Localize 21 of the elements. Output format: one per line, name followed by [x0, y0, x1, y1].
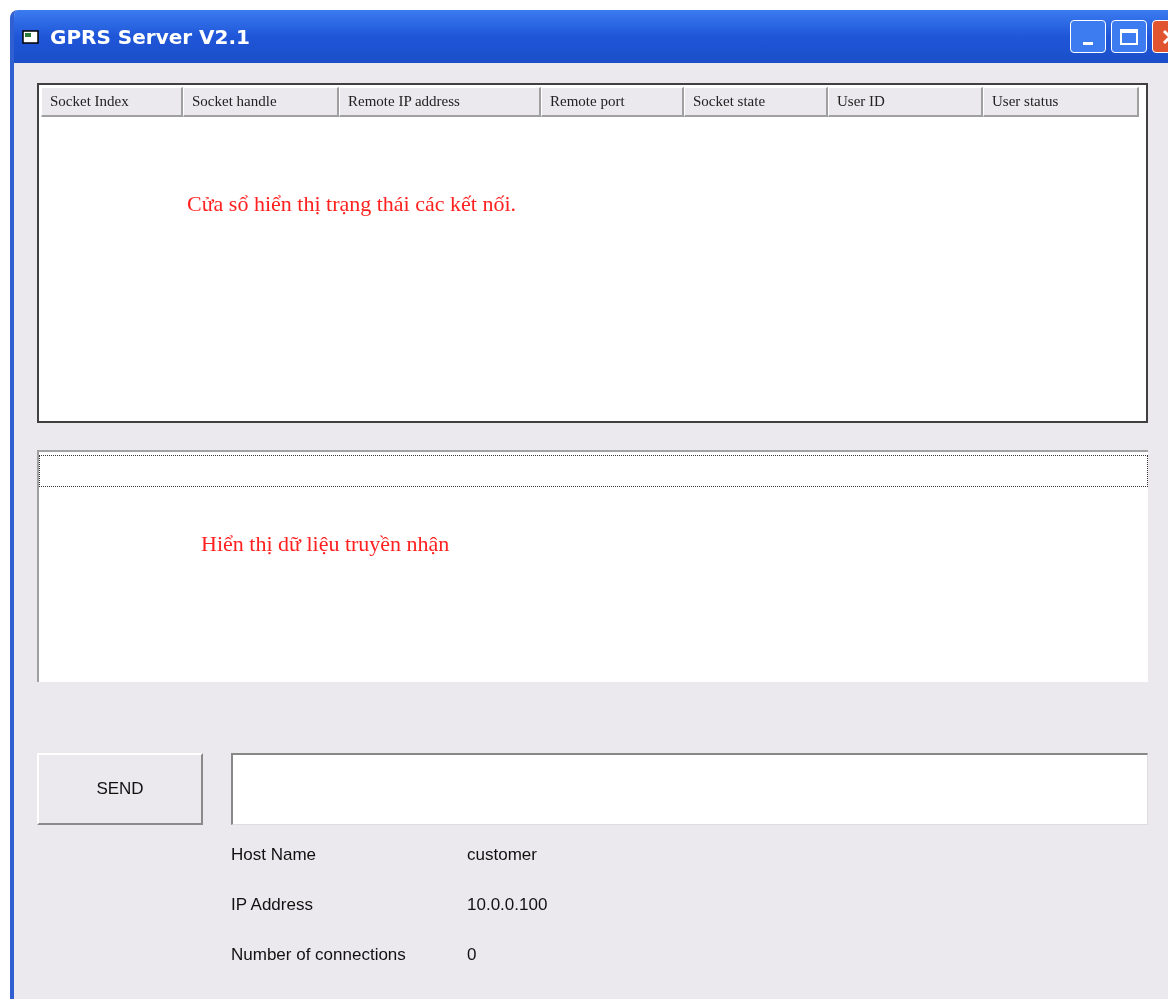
maximize-button[interactable] — [1111, 20, 1147, 53]
annotation-text: Hiển thị dữ liệu truyền nhận — [201, 531, 450, 556]
annotation-text: Cửa sổ hiển thị trạng thái các kết nối. — [187, 191, 516, 216]
column-header[interactable]: User status — [983, 87, 1139, 117]
info-value: customer — [467, 843, 537, 866]
column-header[interactable]: User ID — [828, 87, 983, 117]
minimize-button[interactable] — [1070, 20, 1106, 53]
column-header[interactable]: Remote port — [541, 87, 684, 117]
column-header[interactable]: Remote IP address — [339, 87, 541, 117]
info-value: 10.0.0.100 — [467, 893, 548, 916]
window-title: GPRS Server V2.1 — [50, 23, 251, 51]
info-label: IP Address — [231, 893, 314, 916]
info-value: 0 — [467, 943, 477, 966]
info-label: Host Name — [231, 843, 318, 866]
send-button[interactable]: SEND — [37, 753, 203, 825]
column-header[interactable]: Socket handle — [183, 87, 339, 117]
message-field[interactable] — [231, 753, 1148, 825]
info-label: Number of connections — [231, 943, 407, 966]
app-icon — [22, 28, 40, 45]
column-header[interactable]: Socket state — [684, 87, 828, 117]
column-header[interactable]: Socket Index — [41, 87, 183, 117]
